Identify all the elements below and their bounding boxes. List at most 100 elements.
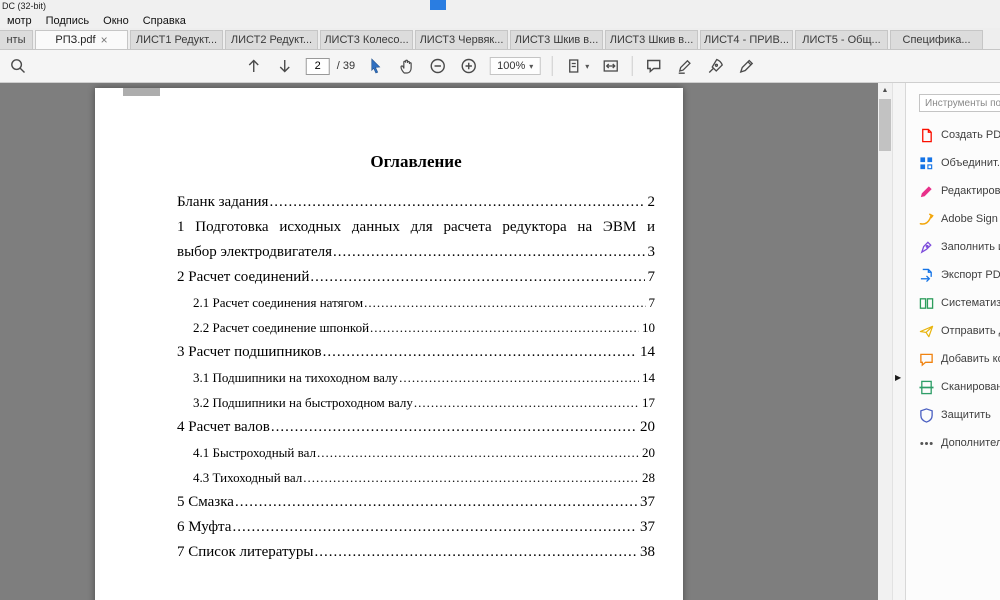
search-icon[interactable] xyxy=(8,56,28,76)
toc-page-number: 3 xyxy=(646,240,656,265)
toc-entry-row: 7 Список литературы.....................… xyxy=(177,540,655,565)
tool-item[interactable]: Систематизи... xyxy=(919,289,1000,317)
document-tab[interactable]: ЛИСТ5 - Общ... xyxy=(795,30,888,50)
tool-label: Экспорт PDF xyxy=(941,269,1000,281)
tool-label: Заполнить и... xyxy=(941,241,1000,253)
document-tab[interactable]: ЛИСТ3 Шкив в... xyxy=(605,30,698,50)
toc-entry: 4.3 Тихоходный вал......................… xyxy=(177,465,655,490)
menubar: мотрПодписьОкноСправка xyxy=(0,13,1000,28)
menu-item[interactable]: Окно xyxy=(96,15,136,27)
tool-label: Добавить ко... xyxy=(941,353,1000,365)
toc-entry-row: выбор электродвигателя..................… xyxy=(177,240,655,265)
tool-label: Отправить д... xyxy=(941,325,1000,337)
zoom-level-dropdown[interactable]: 100% ▾ xyxy=(490,57,540,75)
document-tab[interactable]: Специфика... xyxy=(890,30,983,50)
chevron-down-icon: ▾ xyxy=(585,62,589,71)
toc-entry-row: 4.1 Быстроходный вал....................… xyxy=(193,440,655,465)
sign-tool-icon[interactable] xyxy=(705,56,725,76)
fit-width-icon[interactable] xyxy=(600,56,620,76)
toc-entry: 4.1 Быстроходный вал....................… xyxy=(177,440,655,465)
zoom-out-icon[interactable] xyxy=(428,56,448,76)
tool-item[interactable]: Объединит... xyxy=(919,149,1000,177)
document-tab[interactable]: ЛИСТ4 - ПРИВ... xyxy=(700,30,793,50)
page-display-mode-icon xyxy=(563,56,583,76)
toc-entry-label: Бланк задания xyxy=(177,190,268,215)
toc-entry: 1 Подготовка исходных данных для расчета… xyxy=(177,215,655,265)
toc-leader-dots: ........................................… xyxy=(271,415,637,440)
window-titlebar: DC (32-bit) xyxy=(0,0,1000,13)
create-pdf-icon xyxy=(919,128,934,143)
tool-item[interactable]: Дополнител... xyxy=(919,429,1000,457)
scroll-up-arrow-icon[interactable]: ▲ xyxy=(878,83,892,97)
toc-leader-dots: ........................................… xyxy=(370,315,639,340)
tab-label: Специфика... xyxy=(903,34,971,46)
toc-entry-row: 3.2 Подшипники на быстроходном валу ....… xyxy=(193,390,655,415)
toc-page-number: 7 xyxy=(646,265,656,290)
fill-sign-tool-icon[interactable] xyxy=(736,56,756,76)
tool-label: Сканирован... xyxy=(941,381,1000,393)
toc-entry-row: 2.1 Расчет соединения натягом...........… xyxy=(193,290,655,315)
tool-item[interactable]: Добавить ко... xyxy=(919,345,1000,373)
tool-label: Объединит... xyxy=(941,157,1000,169)
window-title: DC (32-bit) xyxy=(2,1,46,11)
tool-label: Создать PDF xyxy=(941,129,1000,141)
menu-item[interactable]: Подпись xyxy=(39,15,97,27)
menu-item[interactable]: Справка xyxy=(136,15,193,27)
comment-tool-icon[interactable] xyxy=(643,56,663,76)
toc-entry-row: Бланк задания...........................… xyxy=(177,190,655,215)
page-number-input[interactable] xyxy=(306,58,330,75)
toc-entry-label: 7 Список литературы xyxy=(177,540,313,565)
protect-icon xyxy=(919,408,934,423)
vertical-scrollbar[interactable]: ▲ xyxy=(878,83,892,600)
tool-item[interactable]: Заполнить и... xyxy=(919,233,1000,261)
document-tab[interactable]: ЛИСТ3 Колесо... xyxy=(320,30,413,50)
tools-search-input[interactable] xyxy=(919,94,1000,112)
toc-page-number: 10 xyxy=(640,315,655,340)
toc-page-number: 37 xyxy=(638,515,655,540)
toc-entry-label: 6 Муфта xyxy=(177,515,231,540)
document-tab[interactable]: ЛИСТ3 Червяк... xyxy=(415,30,508,50)
tool-item[interactable]: Сканирован... xyxy=(919,373,1000,401)
zoom-level-value: 100% xyxy=(497,60,525,72)
menu-item[interactable]: мотр xyxy=(0,15,39,27)
document-tab[interactable]: ЛИСТ2 Редукт... xyxy=(225,30,318,50)
toc-entry-label: 3 Расчет подшипников xyxy=(177,340,322,365)
page-display-mode-dropdown[interactable]: ▾ xyxy=(563,56,589,76)
toc-leader-dots: ........................................… xyxy=(314,540,637,565)
tools-panel: Создать PDF Объединит... Редактирова... Ado… xyxy=(905,83,1000,600)
toc-entry: 2 Расчет соединений.....................… xyxy=(177,265,655,290)
tool-item[interactable]: Adobe Sign xyxy=(919,205,1000,233)
toc-entry-row: 3.1 Подшипники на тихоходном валу.......… xyxy=(193,365,655,390)
tool-label: Защитить xyxy=(941,409,991,421)
scan-ocr-icon xyxy=(919,380,934,395)
tab-label: ЛИСТ3 Червяк... xyxy=(420,34,504,46)
next-page-icon[interactable] xyxy=(275,56,295,76)
tool-item[interactable]: Создать PDF xyxy=(919,121,1000,149)
toc-entry: 5 Смазка................................… xyxy=(177,490,655,515)
collapse-panel-icon[interactable]: ▶ xyxy=(895,373,901,382)
close-tab-icon[interactable]: × xyxy=(101,35,108,45)
document-tab[interactable]: РПЗ.pdf× xyxy=(35,30,128,50)
tool-item[interactable]: Отправить д... xyxy=(919,317,1000,345)
zoom-in-icon[interactable] xyxy=(459,56,479,76)
toc-entry-row: 5 Смазка................................… xyxy=(177,490,655,515)
chevron-down-icon: ▾ xyxy=(529,62,533,71)
document-tab[interactable]: нты xyxy=(0,30,33,50)
scrollbar-thumb[interactable] xyxy=(879,99,891,151)
toc-entry-label: 2 Расчет соединений xyxy=(177,265,309,290)
tool-item[interactable]: Защитить xyxy=(919,401,1000,429)
titlebar-artifact xyxy=(430,0,446,10)
highlight-tool-icon[interactable] xyxy=(674,56,694,76)
organize-pages-icon xyxy=(919,296,934,311)
select-tool-icon[interactable] xyxy=(366,56,386,76)
tool-label: Adobe Sign xyxy=(941,213,998,225)
tool-item[interactable]: Экспорт PDF xyxy=(919,261,1000,289)
toolbar: / 39 100% ▾ xyxy=(0,50,1000,83)
tab-bar: нтыРПЗ.pdf×ЛИСТ1 Редукт...ЛИСТ2 Редукт..… xyxy=(0,28,1000,50)
hand-tool-icon[interactable] xyxy=(397,56,417,76)
fill-sign-icon xyxy=(919,240,934,255)
document-tab[interactable]: ЛИСТ1 Редукт... xyxy=(130,30,223,50)
tool-item[interactable]: Редактирова... xyxy=(919,177,1000,205)
document-tab[interactable]: ЛИСТ3 Шкив в... xyxy=(510,30,603,50)
previous-page-icon[interactable] xyxy=(244,56,264,76)
